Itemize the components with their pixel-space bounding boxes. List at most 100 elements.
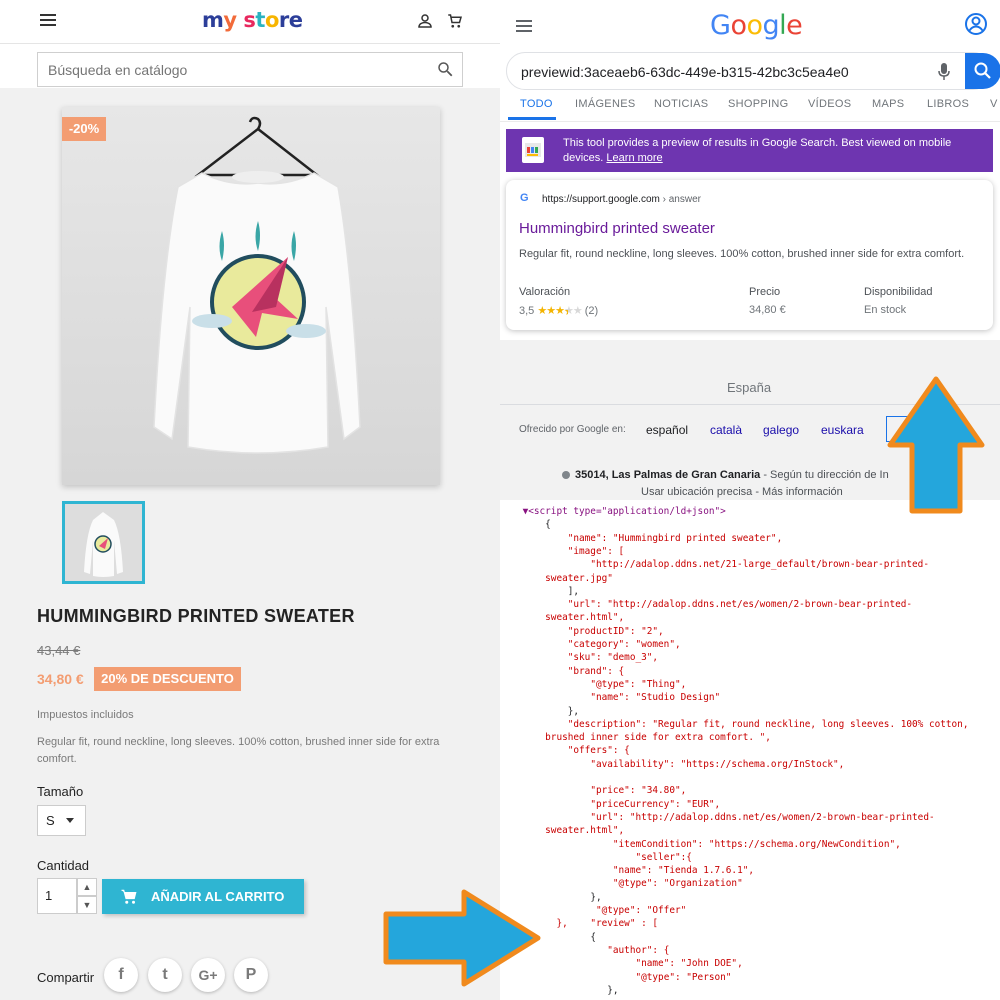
location-text: 35014, Las Palmas de Gran Canaria - Segú…	[575, 469, 889, 481]
language-catalan[interactable]: català	[710, 423, 742, 437]
quantity-input[interactable]: 1	[37, 878, 77, 914]
product-description: Regular fit, round neckline, long sleeve…	[37, 736, 440, 765]
quantity-increase-button[interactable]: ▲	[77, 878, 97, 896]
country-label: España	[727, 380, 772, 395]
discount-badge: 20% DE DESCUENTO	[94, 667, 241, 691]
code-line: "offers": {	[567, 745, 630, 757]
size-select[interactable]: S	[37, 805, 86, 836]
size-label: Tamaño	[37, 784, 84, 799]
code-line: "url": "http://adalop.ddns.net/es/women/…	[567, 599, 913, 611]
product-title: HUMMINGBIRD PRINTED SWEATER	[37, 606, 355, 626]
availability-value: En stock	[864, 304, 907, 316]
cart-icon[interactable]	[446, 12, 464, 30]
pinterest-icon[interactable]: P	[234, 958, 268, 992]
twitter-icon[interactable]: t	[148, 958, 182, 992]
language-basque[interactable]: euskara	[821, 423, 864, 437]
store-panel: my store Búsqueda en catálogo -20% HUMMI…	[0, 0, 500, 1000]
facebook-icon[interactable]: f	[104, 958, 138, 992]
availability-label: Disponibilidad	[864, 286, 933, 298]
menu-icon[interactable]	[40, 14, 56, 26]
store-logo[interactable]: my store	[202, 8, 303, 32]
code-line: "availability": "https://schema.org/InSt…	[590, 758, 845, 770]
code-line: "name": "Tienda 1.7.6.1",	[612, 865, 754, 877]
language-galician[interactable]: galego	[763, 423, 799, 437]
code-line: "@type": "Thing",	[590, 678, 687, 690]
price-label: Precio	[749, 286, 781, 298]
tab-shopping[interactable]: SHOPPING	[728, 98, 788, 110]
product-thumbnail[interactable]	[62, 501, 145, 584]
google-search-box[interactable]: previewid:3aceaeb6-63dc-449e-b315-42bc3c…	[506, 52, 1000, 90]
rating-stars: ★★★★★★	[537, 305, 582, 318]
result-snippet: Regular fit, round neckline, long sleeve…	[519, 248, 965, 260]
arrow-up-icon	[887, 376, 985, 514]
add-to-cart-label: AÑADIR AL CARRITO	[151, 889, 285, 904]
active-tab-indicator	[508, 117, 556, 120]
tab-all[interactable]: TODO	[520, 98, 553, 110]
google-plus-icon[interactable]: G+	[191, 958, 225, 992]
code-line: sweater.html",	[545, 825, 625, 837]
catalog-search-input[interactable]	[37, 52, 463, 87]
language-spanish[interactable]: español	[646, 423, 688, 437]
code-line: "productID": "2",	[567, 625, 664, 637]
quantity-decrease-button[interactable]: ▼	[77, 896, 97, 914]
tab-more[interactable]: V	[990, 98, 998, 110]
code-line: "url": "http://adalop.ddns.net/es/women/…	[590, 811, 935, 823]
google-favicon-icon: G	[520, 192, 529, 204]
tab-news[interactable]: NOTICIAS	[654, 98, 708, 110]
preview-tool-banner: This tool provides a preview of results …	[506, 129, 993, 172]
screenshot-root: my store Búsqueda en catálogo -20% HUMMI…	[0, 0, 1000, 1000]
microphone-icon[interactable]	[937, 62, 951, 82]
learn-more-link[interactable]: Learn more	[606, 152, 662, 164]
price-column: Precio 34,80 €	[749, 286, 786, 316]
discount-flag: -20%	[62, 117, 106, 141]
rating-column: Valoración 3,5 ★★★★★★ (2)	[519, 286, 599, 318]
menu-icon[interactable]	[516, 20, 532, 32]
tab-videos[interactable]: VÍDEOS	[808, 98, 851, 110]
code-line: "itemCondition": "https://schema.org/New…	[612, 838, 901, 850]
result-title-link[interactable]: Hummingbird printed sweater	[519, 220, 715, 237]
account-icon[interactable]	[964, 12, 988, 36]
code-line: "description": "Regular fit, round neckl…	[567, 718, 969, 730]
product-image[interactable]	[62, 107, 440, 485]
old-price: 43,44 €	[37, 643, 81, 658]
offered-by-label: Ofrecido por Google en:	[519, 424, 626, 435]
search-query[interactable]: previewid:3aceaeb6-63dc-449e-b315-42bc3c…	[521, 64, 849, 80]
code-line: "category": "women",	[567, 639, 681, 650]
code-line: "http://adalop.ddns.net/21-large_default…	[590, 559, 929, 571]
code-line: "name": "Hummingbird printed sweater",	[567, 532, 783, 544]
cart-icon	[121, 889, 137, 904]
google-logo[interactable]: Google	[710, 10, 803, 41]
code-line: "name": "Studio Design"	[590, 692, 721, 704]
code-line: ▼<script type="application/ld+json">	[522, 506, 726, 517]
share-label: Compartir	[37, 970, 95, 985]
result-url[interactable]: https://support.google.com › answer	[542, 194, 701, 205]
tab-books[interactable]: LIBROS	[927, 98, 969, 110]
search-icon	[974, 62, 991, 79]
code-line: "image": [	[567, 545, 625, 557]
preview-tool-icon	[522, 137, 544, 163]
location-links[interactable]: Usar ubicación precisa - Más información	[641, 486, 843, 498]
code-line: "brand": {	[567, 665, 625, 677]
code-line: brushed inner side for extra comfort. ",	[545, 732, 771, 744]
banner-text: This tool provides a preview of results …	[563, 137, 952, 164]
code-line: "sku": "demo_3",	[567, 652, 659, 664]
tab-images[interactable]: IMÁGENES	[575, 98, 635, 110]
sweater-illustration	[153, 116, 361, 454]
store-header: my store	[0, 0, 500, 44]
code-line: "seller":{	[635, 851, 692, 863]
code-line: sweater.jpg"	[545, 572, 613, 584]
user-icon[interactable]	[416, 12, 434, 30]
add-to-cart-button[interactable]: AÑADIR AL CARRITO	[102, 879, 304, 914]
search-tabs: TODO IMÁGENES NOTICIAS SHOPPING VÍDEOS M…	[500, 92, 1000, 122]
arrow-right-icon	[383, 889, 541, 987]
code-line: "price": "34.80",	[590, 785, 687, 797]
rating-value: 3,5 ★★★★★★ (2)	[519, 305, 599, 318]
quantity-label: Cantidad	[37, 858, 90, 873]
code-line: ],	[567, 585, 580, 597]
search-icon[interactable]	[436, 60, 454, 78]
search-button[interactable]	[965, 53, 1000, 89]
code-line: "priceCurrency": "EUR",	[590, 798, 721, 810]
code-line: },	[567, 705, 580, 717]
code-line: {	[545, 519, 551, 531]
tab-maps[interactable]: MAPS	[872, 98, 904, 110]
